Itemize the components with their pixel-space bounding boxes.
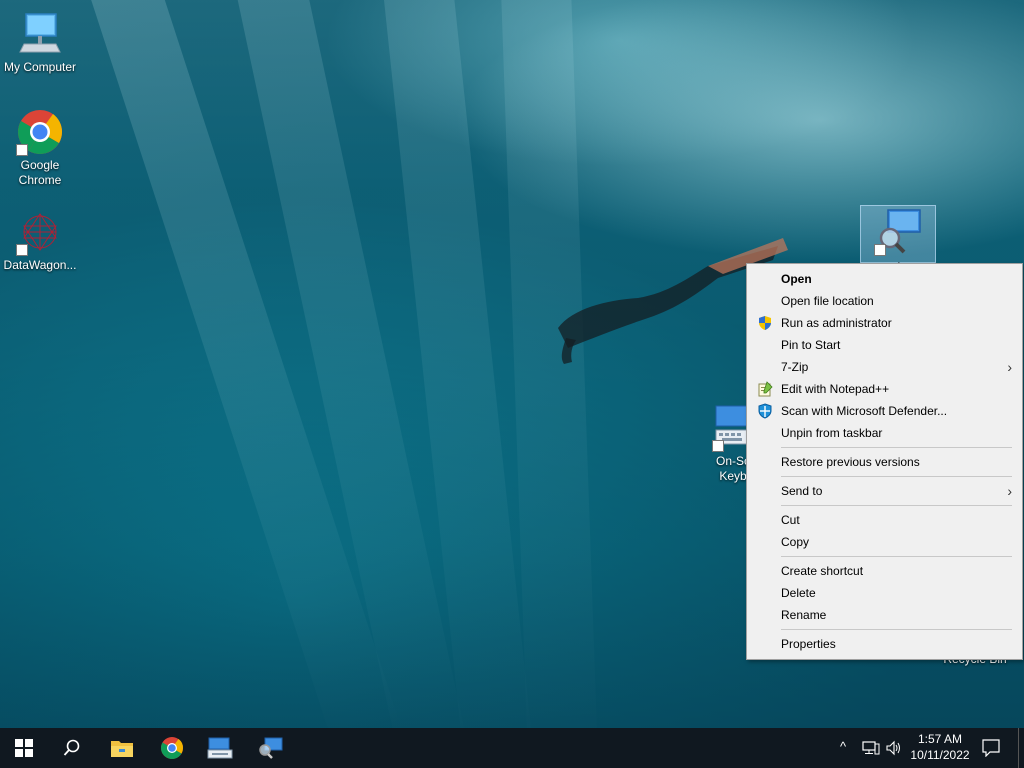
menu-item-label: Delete	[781, 586, 816, 600]
menu-item-unpin-from-taskbar[interactable]: Unpin from taskbar	[747, 422, 1022, 444]
menu-item-label: Open	[781, 272, 812, 286]
desktop-icon-label: DataWagon...	[3, 258, 77, 272]
desktop-icon-label: Google Chrome	[18, 158, 62, 187]
menu-item-rename[interactable]: Rename	[747, 604, 1022, 626]
menu-item-restore-previous-versions[interactable]: Restore previous versions	[747, 451, 1022, 473]
action-center-icon[interactable]	[982, 739, 1000, 757]
taskbar-on-screen-keyboard[interactable]	[196, 728, 244, 768]
chrome-icon	[161, 737, 184, 759]
menu-item-copy[interactable]: Copy	[747, 531, 1022, 553]
menu-item-label: Pin to Start	[781, 338, 841, 352]
taskbar-file-explorer[interactable]	[98, 728, 146, 768]
menu-item-label: Cut	[781, 513, 800, 527]
network-icon[interactable]	[862, 741, 880, 755]
menu-item-run-as-administrator[interactable]: Run as administrator	[747, 312, 1022, 334]
chevron-right-icon: ›	[1007, 359, 1012, 375]
keyboard-icon	[207, 737, 233, 759]
menu-item-label: Copy	[781, 535, 810, 549]
search-icon	[63, 739, 80, 756]
menu-item-create-shortcut[interactable]: Create shortcut	[747, 560, 1022, 582]
taskbar-magnifier[interactable]	[246, 728, 294, 768]
menu-separator	[781, 629, 1012, 630]
menu-item-open-file-location[interactable]: Open file location	[747, 290, 1022, 312]
menu-separator	[781, 476, 1012, 477]
desktop-icon-google-chrome[interactable]: Google Chrome	[0, 108, 80, 188]
clock-time: 1:57 AM	[917, 732, 963, 746]
menu-item-open[interactable]: Open	[747, 268, 1022, 290]
menu-item-send-to[interactable]: Send to ›	[747, 480, 1022, 502]
menu-item-label: Unpin from taskbar	[781, 426, 883, 440]
chevron-right-icon: ›	[1007, 483, 1012, 499]
menu-item-7-zip[interactable]: 7-Zip ›	[747, 356, 1022, 378]
clock[interactable]: 1:57 AM 10/11/2022	[905, 731, 975, 763]
menu-item-label: Run as administrator	[781, 316, 892, 330]
menu-item-scan-with-microsoft-defender[interactable]: Scan with Microsoft Defender...	[747, 400, 1022, 422]
taskbar: ^ 1:57 AM 10/11/2022	[0, 728, 1024, 768]
menu-item-label: Create shortcut	[781, 564, 864, 578]
menu-item-edit-with-notepad-plus-plus[interactable]: Edit with Notepad++	[747, 378, 1022, 400]
defender-shield-icon	[758, 403, 772, 419]
desktop-icon-label: My Computer	[3, 60, 77, 74]
context-menu: Open Open file location Run as administr…	[746, 263, 1023, 660]
menu-item-cut[interactable]: Cut	[747, 509, 1022, 531]
menu-item-properties[interactable]: Properties	[747, 633, 1022, 655]
desktop-icon-my-computer[interactable]: My Computer	[0, 10, 80, 75]
menu-item-label: Scan with Microsoft Defender...	[781, 404, 948, 418]
menu-item-delete[interactable]: Delete	[747, 582, 1022, 604]
uac-shield-icon	[759, 316, 771, 330]
windows-logo-icon	[15, 739, 33, 757]
show-desktop-button[interactable]	[1018, 728, 1024, 768]
tray-overflow-chevron-icon[interactable]: ^	[840, 739, 846, 754]
menu-item-label: Send to	[781, 484, 823, 498]
start-button[interactable]	[0, 728, 48, 768]
search-button[interactable]	[48, 728, 96, 768]
shortcut-arrow-icon	[712, 440, 724, 452]
shortcut-arrow-icon	[16, 244, 28, 256]
menu-item-label: Rename	[781, 608, 827, 622]
shortcut-arrow-icon	[16, 144, 28, 156]
menu-item-label: Restore previous versions	[781, 455, 920, 469]
shortcut-arrow-icon	[874, 244, 886, 256]
menu-item-label: Properties	[781, 637, 836, 651]
desktop-icon-datawagon[interactable]: DataWagon...	[0, 208, 80, 273]
volume-icon[interactable]	[886, 740, 902, 756]
clock-date: 10/11/2022	[910, 748, 970, 762]
folder-icon	[111, 741, 133, 757]
magnifier-icon	[259, 737, 283, 759]
menu-item-pin-to-start[interactable]: Pin to Start	[747, 334, 1022, 356]
menu-item-label: Edit with Notepad++	[781, 382, 890, 396]
menu-item-label: 7-Zip	[781, 360, 809, 374]
desktop-icon-magnifier-selected[interactable]	[860, 205, 936, 263]
menu-item-label: Open file location	[781, 294, 874, 308]
taskbar-google-chrome[interactable]	[148, 728, 196, 768]
menu-separator	[781, 447, 1012, 448]
menu-separator	[781, 505, 1012, 506]
menu-separator	[781, 556, 1012, 557]
notepad-plus-plus-icon	[758, 381, 773, 397]
computer-icon	[19, 13, 61, 53]
